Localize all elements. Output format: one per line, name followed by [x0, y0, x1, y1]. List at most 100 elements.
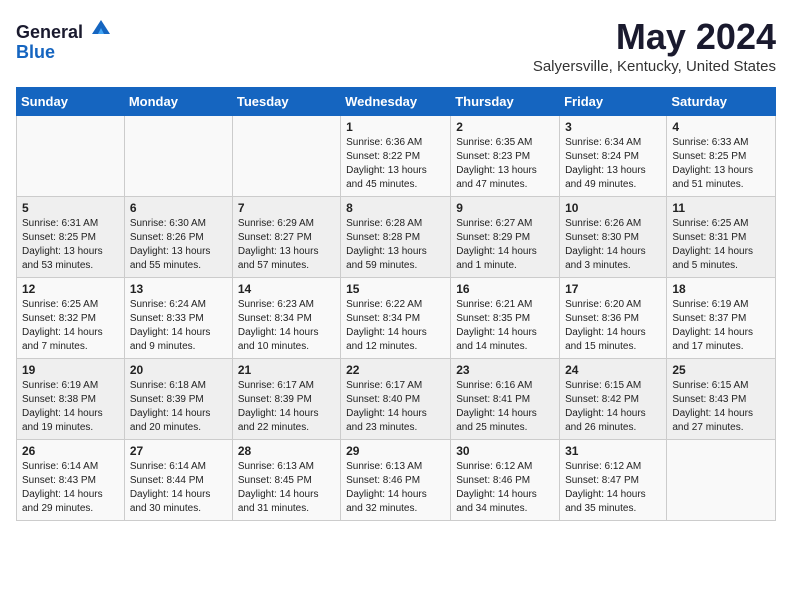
header-day-tuesday: Tuesday [232, 88, 340, 116]
calendar-cell: 6 Sunrise: 6:30 AM Sunset: 8:26 PM Daylig… [124, 197, 232, 278]
day-number: 12 [22, 282, 119, 296]
calendar-cell: 7 Sunrise: 6:29 AM Sunset: 8:27 PM Daylig… [232, 197, 340, 278]
day-number: 19 [22, 363, 119, 377]
day-number: 22 [346, 363, 445, 377]
header: General Blue May 2024 Salyersville, Kent… [16, 16, 776, 75]
cell-info: Sunrise: 6:13 AM Sunset: 8:45 PM Dayligh… [238, 460, 335, 516]
day-number: 26 [22, 444, 119, 458]
cell-info: Sunrise: 6:28 AM Sunset: 8:28 PM Dayligh… [346, 217, 445, 273]
calendar-cell: 31 Sunrise: 6:12 AM Sunset: 8:47 PM Dayli… [560, 440, 667, 521]
calendar-cell [124, 116, 232, 197]
calendar-cell: 18 Sunrise: 6:19 AM Sunset: 8:37 PM Dayli… [667, 278, 776, 359]
day-number: 3 [565, 120, 661, 134]
calendar-cell: 29 Sunrise: 6:13 AM Sunset: 8:46 PM Dayli… [341, 440, 451, 521]
cell-info: Sunrise: 6:12 AM Sunset: 8:47 PM Dayligh… [565, 460, 661, 516]
cell-info: Sunrise: 6:31 AM Sunset: 8:25 PM Dayligh… [22, 217, 119, 273]
cell-info: Sunrise: 6:24 AM Sunset: 8:33 PM Dayligh… [130, 298, 227, 354]
day-number: 28 [238, 444, 335, 458]
day-number: 23 [456, 363, 554, 377]
cell-info: Sunrise: 6:18 AM Sunset: 8:39 PM Dayligh… [130, 379, 227, 435]
cell-info: Sunrise: 6:26 AM Sunset: 8:30 PM Dayligh… [565, 217, 661, 273]
calendar-cell: 27Sunrise: 6:14 AM Sunset: 8:44 PM Dayli… [124, 440, 232, 521]
day-number: 30 [456, 444, 554, 458]
cell-info: Sunrise: 6:17 AM Sunset: 8:40 PM Dayligh… [346, 379, 445, 435]
cell-info: Sunrise: 6:14 AM Sunset: 8:43 PM Dayligh… [22, 460, 119, 516]
header-day-friday: Friday [560, 88, 667, 116]
day-number: 7 [238, 201, 335, 215]
cell-info: Sunrise: 6:33 AM Sunset: 8:25 PM Dayligh… [672, 136, 770, 192]
week-row-4: 19 Sunrise: 6:19 AM Sunset: 8:38 PM Dayli… [17, 359, 776, 440]
logo-icon [90, 16, 112, 38]
day-number: 2 [456, 120, 554, 134]
cell-info: Sunrise: 6:35 AM Sunset: 8:23 PM Dayligh… [456, 136, 554, 192]
cell-info: Sunrise: 6:29 AM Sunset: 8:27 PM Dayligh… [238, 217, 335, 273]
cell-info: Sunrise: 6:15 AM Sunset: 8:43 PM Dayligh… [672, 379, 770, 435]
calendar-cell: 16 Sunrise: 6:21 AM Sunset: 8:35 PM Dayli… [451, 278, 560, 359]
cell-info: Sunrise: 6:21 AM Sunset: 8:35 PM Dayligh… [456, 298, 554, 354]
calendar-table: SundayMondayTuesdayWednesdayThursdayFrid… [16, 87, 776, 521]
calendar-cell: 17 Sunrise: 6:20 AM Sunset: 8:36 PM Dayli… [560, 278, 667, 359]
cell-info: Sunrise: 6:16 AM Sunset: 8:41 PM Dayligh… [456, 379, 554, 435]
cell-info: Sunrise: 6:17 AM Sunset: 8:39 PM Dayligh… [238, 379, 335, 435]
day-number: 15 [346, 282, 445, 296]
week-row-2: 5Sunrise: 6:31 AM Sunset: 8:25 PM Daylig… [17, 197, 776, 278]
cell-info: Sunrise: 6:22 AM Sunset: 8:34 PM Dayligh… [346, 298, 445, 354]
cell-info: Sunrise: 6:20 AM Sunset: 8:36 PM Dayligh… [565, 298, 661, 354]
calendar-cell: 5Sunrise: 6:31 AM Sunset: 8:25 PM Daylig… [17, 197, 125, 278]
calendar-cell: 2 Sunrise: 6:35 AM Sunset: 8:23 PM Daylig… [451, 116, 560, 197]
week-row-1: 1 Sunrise: 6:36 AM Sunset: 8:22 PM Daylig… [17, 116, 776, 197]
day-number: 14 [238, 282, 335, 296]
title-area: May 2024 Salyersville, Kentucky, United … [533, 16, 776, 75]
day-number: 6 [130, 201, 227, 215]
cell-info: Sunrise: 6:19 AM Sunset: 8:38 PM Dayligh… [22, 379, 119, 435]
calendar-cell [17, 116, 125, 197]
week-row-5: 26 Sunrise: 6:14 AM Sunset: 8:43 PM Dayli… [17, 440, 776, 521]
cell-info: Sunrise: 6:27 AM Sunset: 8:29 PM Dayligh… [456, 217, 554, 273]
calendar-cell: 13Sunrise: 6:24 AM Sunset: 8:33 PM Dayli… [124, 278, 232, 359]
header-day-wednesday: Wednesday [341, 88, 451, 116]
day-number: 11 [672, 201, 770, 215]
cell-info: Sunrise: 6:25 AM Sunset: 8:32 PM Dayligh… [22, 298, 119, 354]
calendar-cell [232, 116, 340, 197]
day-number: 27 [130, 444, 227, 458]
cell-info: Sunrise: 6:19 AM Sunset: 8:37 PM Dayligh… [672, 298, 770, 354]
day-number: 24 [565, 363, 661, 377]
logo: General Blue [16, 16, 112, 63]
day-number: 17 [565, 282, 661, 296]
calendar-cell: 24Sunrise: 6:15 AM Sunset: 8:42 PM Dayli… [560, 359, 667, 440]
logo-general: General [16, 22, 83, 42]
day-number: 8 [346, 201, 445, 215]
calendar-cell: 11Sunrise: 6:25 AM Sunset: 8:31 PM Dayli… [667, 197, 776, 278]
cell-info: Sunrise: 6:23 AM Sunset: 8:34 PM Dayligh… [238, 298, 335, 354]
header-day-thursday: Thursday [451, 88, 560, 116]
calendar-cell: 23 Sunrise: 6:16 AM Sunset: 8:41 PM Dayli… [451, 359, 560, 440]
cell-info: Sunrise: 6:13 AM Sunset: 8:46 PM Dayligh… [346, 460, 445, 516]
day-number: 31 [565, 444, 661, 458]
calendar-cell: 9Sunrise: 6:27 AM Sunset: 8:29 PM Daylig… [451, 197, 560, 278]
cell-info: Sunrise: 6:34 AM Sunset: 8:24 PM Dayligh… [565, 136, 661, 192]
cell-info: Sunrise: 6:30 AM Sunset: 8:26 PM Dayligh… [130, 217, 227, 273]
calendar-cell: 8 Sunrise: 6:28 AM Sunset: 8:28 PM Daylig… [341, 197, 451, 278]
cell-info: Sunrise: 6:36 AM Sunset: 8:22 PM Dayligh… [346, 136, 445, 192]
calendar-cell: 25Sunrise: 6:15 AM Sunset: 8:43 PM Dayli… [667, 359, 776, 440]
calendar-cell [667, 440, 776, 521]
header-day-monday: Monday [124, 88, 232, 116]
header-day-sunday: Sunday [17, 88, 125, 116]
calendar-cell: 12 Sunrise: 6:25 AM Sunset: 8:32 PM Dayli… [17, 278, 125, 359]
cell-info: Sunrise: 6:12 AM Sunset: 8:46 PM Dayligh… [456, 460, 554, 516]
calendar-cell: 19 Sunrise: 6:19 AM Sunset: 8:38 PM Dayli… [17, 359, 125, 440]
calendar-cell: 20 Sunrise: 6:18 AM Sunset: 8:39 PM Dayli… [124, 359, 232, 440]
calendar-cell: 26 Sunrise: 6:14 AM Sunset: 8:43 PM Dayli… [17, 440, 125, 521]
day-number: 18 [672, 282, 770, 296]
logo-blue: Blue [16, 42, 55, 62]
calendar-cell: 15 Sunrise: 6:22 AM Sunset: 8:34 PM Dayli… [341, 278, 451, 359]
calendar-cell: 28 Sunrise: 6:13 AM Sunset: 8:45 PM Dayli… [232, 440, 340, 521]
day-number: 29 [346, 444, 445, 458]
calendar-title: May 2024 [533, 16, 776, 58]
day-number: 16 [456, 282, 554, 296]
calendar-cell: 1 Sunrise: 6:36 AM Sunset: 8:22 PM Daylig… [341, 116, 451, 197]
day-number: 1 [346, 120, 445, 134]
day-number: 20 [130, 363, 227, 377]
calendar-cell: 22 Sunrise: 6:17 AM Sunset: 8:40 PM Dayli… [341, 359, 451, 440]
calendar-subtitle: Salyersville, Kentucky, United States [533, 58, 776, 75]
